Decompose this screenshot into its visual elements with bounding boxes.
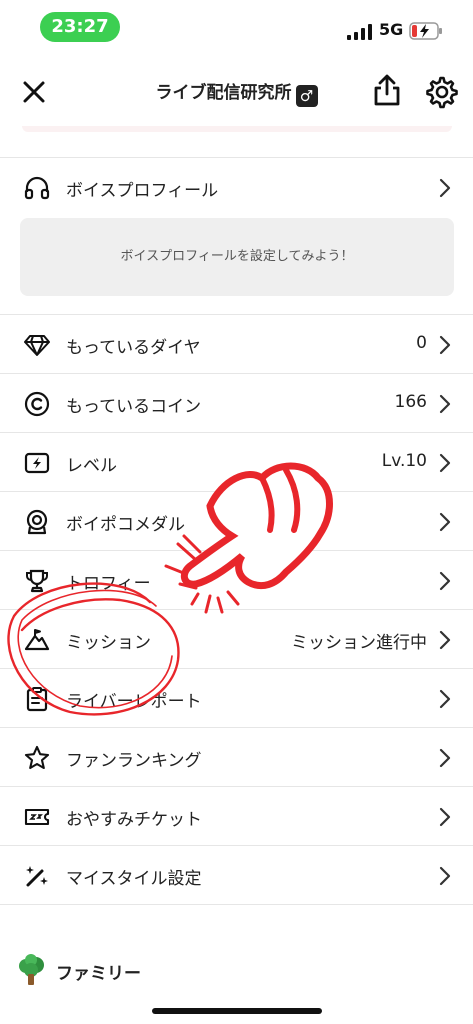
home-indicator: [152, 1008, 322, 1014]
menu-label: おやすみチケット: [66, 810, 202, 830]
voice-profile-label: ボイスプロフィール: [66, 181, 219, 201]
report-clipboard-icon: [26, 687, 48, 712]
menu-row-coins[interactable]: もっているコイン 166: [0, 374, 473, 432]
status-bar: 23:27 5G: [0, 0, 473, 56]
menu-row-fan-ranking[interactable]: ファンランキング: [0, 728, 473, 786]
chevron-right-icon: [439, 394, 451, 414]
diamond-icon: [24, 335, 50, 356]
signal-icon: [347, 24, 372, 40]
page-title-text: ライブ配信研究所: [155, 83, 292, 103]
chevron-right-icon: [439, 689, 451, 709]
battery-charging-icon: [409, 22, 442, 40]
family-section-title[interactable]: ファミリー: [56, 959, 141, 984]
menu-label: トロフィー: [66, 574, 151, 594]
trophy-icon: [26, 569, 48, 593]
menu-label: ミッション: [66, 633, 151, 653]
menu-label: ファンランキング: [66, 751, 202, 771]
chevron-right-icon: [439, 866, 451, 886]
magic-wand-icon: [26, 866, 48, 887]
menu-label: もっているダイヤ: [66, 338, 201, 358]
mission-mountain-icon: [24, 629, 50, 651]
gear-icon[interactable]: [424, 74, 460, 110]
chevron-right-icon: [439, 807, 451, 827]
menu-row-report[interactable]: ライバーレポート: [0, 669, 473, 727]
menu-label: レベル: [66, 456, 117, 476]
headphones-icon: [24, 176, 50, 200]
menu-row-sleep-ticket[interactable]: おやすみチケット: [0, 787, 473, 845]
chevron-right-icon: [439, 630, 451, 650]
menu-value: 0: [416, 333, 427, 353]
male-gender-icon: ♂: [295, 85, 318, 107]
chevron-right-icon: [439, 335, 451, 355]
tree-icon: [19, 954, 44, 985]
menu-row-level[interactable]: レベル Lv.10: [0, 433, 473, 491]
menu-label: もっているコイン: [66, 397, 202, 417]
profile-card-edge: [22, 126, 452, 132]
level-icon: [24, 452, 50, 474]
network-type: 5G: [379, 20, 404, 39]
menu-row-mission[interactable]: ミッション ミッション進行中: [0, 610, 473, 668]
chevron-right-icon: [439, 453, 451, 473]
header: ライブ配信研究所 ♂: [0, 60, 473, 124]
status-time: 23:27: [40, 12, 120, 42]
menu-label: マイスタイル設定: [66, 869, 202, 889]
chevron-right-icon: [439, 512, 451, 532]
menu-row-trophy[interactable]: トロフィー: [0, 551, 473, 609]
menu-row-my-style[interactable]: マイスタイル設定: [0, 846, 473, 904]
chevron-right-icon: [439, 748, 451, 768]
star-icon: [24, 745, 50, 770]
chevron-right-icon: [439, 571, 451, 591]
menu-row-diamonds[interactable]: もっているダイヤ 0: [0, 315, 473, 373]
menu-value: Lv.10: [381, 451, 427, 471]
medal-icon: [26, 509, 48, 535]
voice-profile-placeholder[interactable]: ボイスプロフィールを設定してみよう！: [20, 218, 454, 296]
menu-value: 166: [394, 392, 427, 412]
coin-icon: [24, 391, 50, 417]
share-icon[interactable]: [370, 72, 404, 108]
menu-value: ミッション進行中: [291, 633, 427, 653]
menu-label: ライバーレポート: [66, 692, 202, 712]
voice-profile-row[interactable]: ボイスプロフィール: [0, 158, 473, 216]
menu-row-medal[interactable]: ボイポコメダル: [0, 492, 473, 550]
chevron-right-icon: [439, 178, 451, 198]
menu-label: ボイポコメダル: [66, 515, 185, 535]
divider: [0, 904, 473, 905]
ticket-icon: [24, 808, 50, 826]
